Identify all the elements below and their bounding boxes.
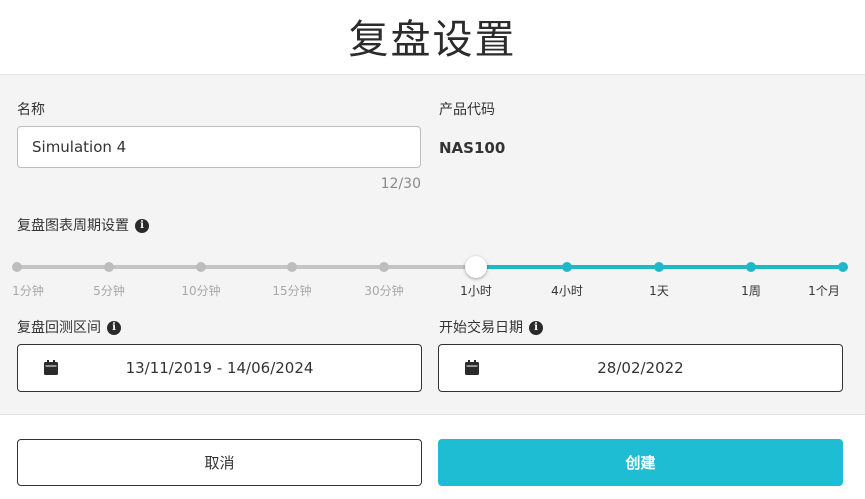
slider-tick[interactable] bbox=[287, 262, 297, 272]
range-label: 复盘回测区间 i bbox=[17, 318, 121, 338]
date-range-value: 13/11/2019 - 14/06/2024 bbox=[125, 359, 314, 377]
slider-tick[interactable] bbox=[379, 262, 389, 272]
slider-track-inactive bbox=[17, 265, 476, 269]
name-char-counter: 12/30 bbox=[380, 176, 421, 192]
cancel-button[interactable]: 取消 bbox=[17, 439, 422, 486]
dialog-header: 复盘设置 bbox=[0, 0, 865, 74]
slider-tick[interactable] bbox=[104, 262, 114, 272]
slider-tick-label[interactable]: 1分钟 bbox=[12, 282, 44, 299]
date-range-picker[interactable]: 13/11/2019 - 14/06/2024 bbox=[17, 344, 422, 392]
create-button[interactable]: 创建 bbox=[438, 439, 843, 486]
slider-tick-label[interactable]: 1小时 bbox=[460, 282, 492, 299]
slider-tick-label[interactable]: 5分钟 bbox=[93, 282, 125, 299]
info-icon[interactable]: i bbox=[135, 219, 149, 233]
product-code-label: 产品代码 bbox=[439, 102, 495, 118]
slider-thumb[interactable] bbox=[465, 256, 487, 278]
slider-tick-label[interactable]: 30分钟 bbox=[364, 282, 403, 299]
slider-tick-label[interactable]: 1个月 bbox=[808, 282, 840, 299]
slider-tick[interactable] bbox=[654, 262, 664, 272]
period-slider[interactable]: 1分钟 5分钟 10分钟 15分钟 30分钟 1小时 4小时 1天 1周 1个月 bbox=[0, 250, 865, 310]
info-icon[interactable]: i bbox=[107, 321, 121, 335]
start-date-value: 28/02/2022 bbox=[597, 359, 684, 377]
slider-tick[interactable] bbox=[562, 262, 572, 272]
slider-tick[interactable] bbox=[838, 262, 848, 272]
slider-tick[interactable] bbox=[196, 262, 206, 272]
slider-tick-label[interactable]: 15分钟 bbox=[272, 282, 311, 299]
name-label: 名称 bbox=[17, 102, 45, 118]
product-code-value: NAS100 bbox=[439, 139, 506, 157]
start-date-label: 开始交易日期 i bbox=[439, 318, 543, 338]
name-input[interactable] bbox=[17, 126, 421, 168]
slider-tick-label[interactable]: 1天 bbox=[649, 282, 669, 299]
slider-tick[interactable] bbox=[746, 262, 756, 272]
slider-tick-label[interactable]: 10分钟 bbox=[181, 282, 220, 299]
start-date-picker[interactable]: 28/02/2022 bbox=[438, 344, 843, 392]
slider-tick-label[interactable]: 4小时 bbox=[551, 282, 583, 299]
slider-tick-label[interactable]: 1周 bbox=[741, 282, 761, 299]
period-label: 复盘图表周期设置 i bbox=[17, 216, 149, 236]
info-icon[interactable]: i bbox=[529, 321, 543, 335]
slider-tick[interactable] bbox=[12, 262, 22, 272]
dialog-title: 复盘设置 bbox=[348, 17, 517, 63]
